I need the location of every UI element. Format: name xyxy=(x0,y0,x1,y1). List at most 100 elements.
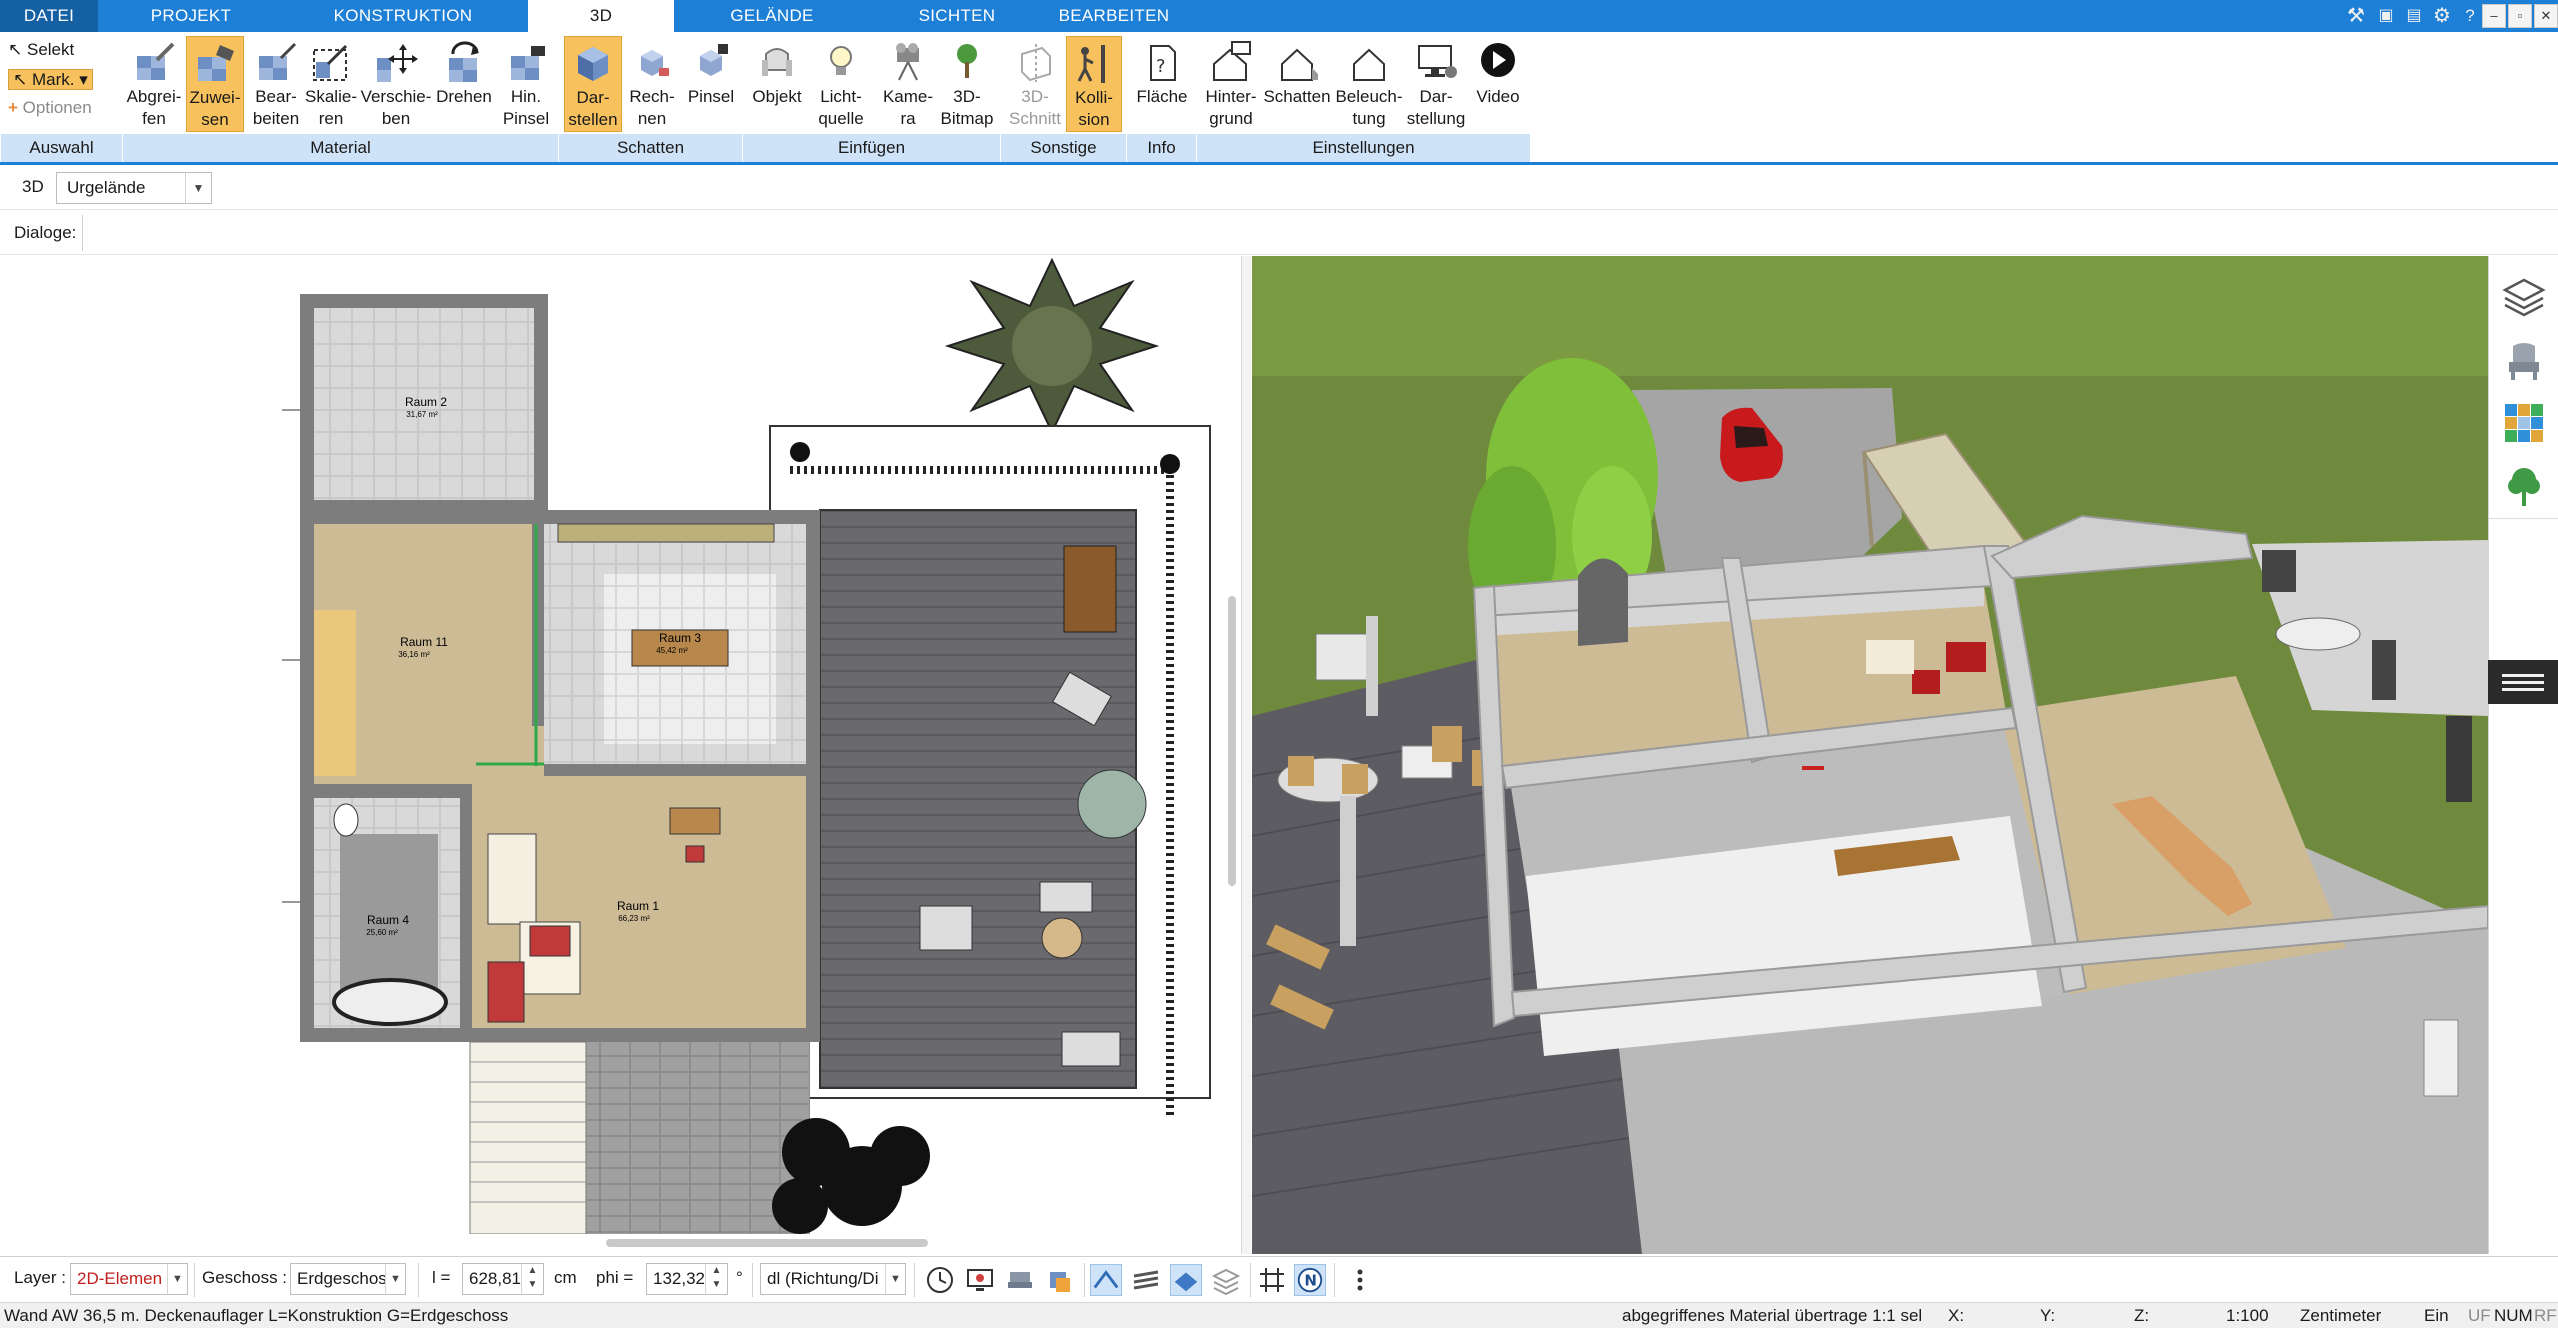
help-icon[interactable]: ? xyxy=(2458,4,2482,28)
phi-input[interactable]: 132,32 ▲ ▼ xyxy=(646,1263,728,1295)
rechnen-button[interactable]: Rech- nen xyxy=(624,36,680,132)
tab-projekt[interactable]: PROJEKT xyxy=(138,0,244,32)
drehen-button[interactable]: Drehen xyxy=(432,36,496,132)
dl-select[interactable]: dl (Richtung/Di ▼ xyxy=(760,1263,906,1295)
section-icon xyxy=(1021,44,1051,82)
camera-icon xyxy=(896,43,919,81)
status-message: Wand AW 36,5 m. Deckenauflager L=Konstru… xyxy=(4,1306,509,1325)
minimize-button[interactable]: – xyxy=(2482,4,2506,28)
floorplan-view[interactable]: Raum 2 31,67 m² Raum 11 36,16 m² Raum 3 … xyxy=(0,256,1250,1254)
clock-icon[interactable] xyxy=(924,1264,956,1296)
divider xyxy=(1250,1263,1251,1297)
terrain-select[interactable]: Urgelände ▼ xyxy=(56,172,212,204)
stepper-icon[interactable]: ▲ ▼ xyxy=(705,1264,727,1294)
eyedropper-icon xyxy=(137,42,175,80)
plane-icon[interactable] xyxy=(1170,1264,1202,1296)
3d-render[interactable] xyxy=(1252,256,2488,1254)
outdoor-bench xyxy=(1063,545,1117,633)
close-button[interactable]: ✕ xyxy=(2534,4,2558,28)
view-splitter[interactable] xyxy=(1241,256,1251,1254)
optionen-button[interactable]: + Optionen xyxy=(8,94,92,122)
hin-pinsel-button[interactable]: Hin. Pinsel xyxy=(496,36,556,132)
furniture-icon[interactable] xyxy=(1004,1264,1036,1296)
restore-button[interactable]: ▫ xyxy=(2508,4,2532,28)
cube-render-icon xyxy=(641,50,669,76)
tab-konstruktion[interactable]: KONSTRUKTION xyxy=(318,0,488,32)
hatch-icon[interactable] xyxy=(1130,1264,1162,1296)
tree-icon[interactable] xyxy=(2501,464,2547,510)
scroll-thumb[interactable] xyxy=(606,1239,928,1247)
tree-bitmap-icon xyxy=(957,44,977,78)
video-button[interactable]: Video xyxy=(1470,36,1526,132)
chevron-down-icon: ▼ xyxy=(385,1264,405,1294)
divider xyxy=(418,1263,419,1297)
paint-bucket-icon xyxy=(198,45,234,81)
menu-icon[interactable] xyxy=(2488,660,2558,704)
package-icon[interactable]: ▣ xyxy=(2374,4,2398,28)
printer-icon[interactable]: ▤ xyxy=(2402,4,2426,28)
tab-gelaende[interactable]: GELÄNDE xyxy=(712,0,832,32)
group-einfuegen: Einfügen xyxy=(742,134,1000,162)
tab-bearbeiten[interactable]: BEARBEITEN xyxy=(1054,0,1174,32)
schatten-settings-button[interactable]: Schatten xyxy=(1262,36,1332,132)
geschoss-select[interactable]: Erdgeschos ▼ xyxy=(290,1263,406,1295)
room-area: 36,16 m² xyxy=(398,650,430,659)
pinsel-button[interactable]: Pinsel xyxy=(682,36,740,132)
3d-view[interactable] xyxy=(1252,256,2488,1254)
room-label: Raum 3 xyxy=(659,631,701,645)
lounge-chair xyxy=(1315,633,1373,681)
hintergrund-button[interactable]: Hinter- grund xyxy=(1198,36,1264,132)
stepper-icon[interactable]: ▲ ▼ xyxy=(521,1264,543,1294)
length-label: l = xyxy=(432,1268,451,1287)
selekt-tool[interactable]: ↖ Selekt xyxy=(8,36,74,64)
length-input[interactable]: 628,81 ▲ ▼ xyxy=(462,1263,544,1295)
chair-icon[interactable] xyxy=(2501,338,2547,384)
settings-icon[interactable]: ⚙ xyxy=(2430,4,2454,28)
tab-3d[interactable]: 3D xyxy=(528,0,674,34)
tab-datei[interactable]: DATEI xyxy=(0,0,98,32)
more-options-icon[interactable] xyxy=(1344,1264,1376,1296)
tools-icon[interactable]: ⚒ xyxy=(2344,4,2368,28)
north-icon[interactable]: N xyxy=(1294,1264,1326,1296)
flaeche-button[interactable]: ? Fläche xyxy=(1132,36,1192,132)
tab-sichten[interactable]: SICHTEN xyxy=(904,0,1010,32)
abgreifen-button[interactable]: Abgrei- fen xyxy=(126,36,182,132)
floorplan-drawing[interactable]: Raum 2 31,67 m² Raum 11 36,16 m² Raum 3 … xyxy=(0,256,1224,1235)
darstellung-button[interactable]: Dar- stellung xyxy=(1404,36,1468,132)
bathtub xyxy=(332,978,448,1026)
bearbeiten-button[interactable]: Bear- beiten xyxy=(246,36,306,132)
zuweisen-button[interactable]: Zuwei- sen xyxy=(186,36,244,132)
kollision-button[interactable]: Kolli- sion xyxy=(1066,36,1122,132)
wall-tool-icon[interactable] xyxy=(1090,1264,1122,1296)
vertical-scrollbar[interactable] xyxy=(1224,256,1240,1242)
lichtquelle-button[interactable]: Licht- quelle xyxy=(806,36,876,132)
beleuchtung-button[interactable]: Beleuch- tung xyxy=(1334,36,1404,132)
group-schatten: Schatten xyxy=(558,134,742,162)
verschieben-button[interactable]: Verschie- ben xyxy=(358,36,434,132)
palette-icon[interactable] xyxy=(2501,400,2547,446)
y-coordinate-label: Y: xyxy=(2040,1306,2056,1325)
grid-icon[interactable] xyxy=(1256,1264,1288,1296)
layers-stack-icon[interactable] xyxy=(1210,1264,1242,1296)
objekt-button[interactable]: Objekt xyxy=(746,36,808,132)
kamera-button[interactable]: Kame- ra xyxy=(878,36,938,132)
unit-indicator: Zentimeter xyxy=(2300,1306,2382,1325)
schnitt-3d-button[interactable]: 3D- Schnitt xyxy=(1004,36,1066,132)
divider xyxy=(914,1263,915,1297)
monitor-icon[interactable] xyxy=(964,1264,996,1296)
layer-select[interactable]: 2D-Elemen ▼ xyxy=(70,1263,188,1295)
darstellen-button[interactable]: Dar- stellen xyxy=(564,36,622,132)
side-panel xyxy=(2488,256,2558,1254)
mark-tool[interactable]: ↖ Mark. ▾ xyxy=(8,66,93,94)
cube-select-icon[interactable] xyxy=(1044,1264,1076,1296)
scroll-thumb[interactable] xyxy=(1228,596,1236,886)
layers-icon[interactable] xyxy=(2501,272,2547,318)
bitmap-3d-button[interactable]: 3D- Bitmap xyxy=(934,36,1000,132)
skalieren-button[interactable]: Skalie- ren xyxy=(302,36,360,132)
phi-unit: ° xyxy=(736,1268,743,1287)
chevron-down-icon: ▼ xyxy=(885,1264,905,1294)
group-info: Info xyxy=(1126,134,1196,162)
horizontal-scrollbar[interactable] xyxy=(0,1234,1224,1252)
chevron-down-icon: ▼ xyxy=(185,173,211,203)
edit-material-icon xyxy=(259,42,297,80)
